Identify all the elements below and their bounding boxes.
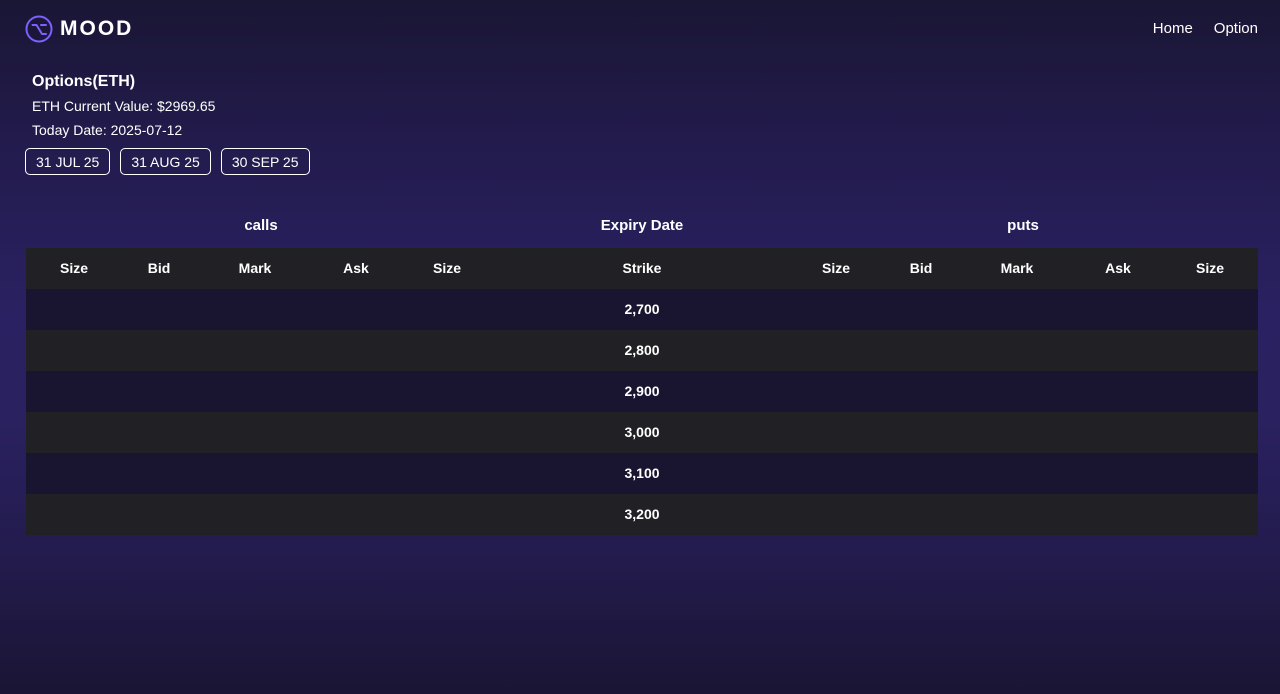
- expiry-selector: 31 JUL 25 31 AUG 25 30 SEP 25: [25, 148, 310, 175]
- strike-header: Strike: [622, 260, 662, 276]
- section-headings: calls Expiry Date puts: [26, 217, 1258, 237]
- calls-bid-header: Bid: [147, 260, 171, 276]
- expiry-button-jul[interactable]: 31 JUL 25: [25, 148, 111, 175]
- calls-heading: calls: [244, 217, 278, 234]
- expiry-date-heading: Expiry Date: [600, 217, 684, 234]
- nav-option-link[interactable]: Option: [1214, 20, 1258, 37]
- nav-home-link[interactable]: Home: [1153, 20, 1193, 37]
- strike-cell: 2,700: [624, 301, 660, 317]
- table-row[interactable]: 2,700: [26, 289, 1258, 330]
- strike-cell: 2,800: [624, 342, 660, 358]
- page-title: Options(ETH): [32, 73, 136, 90]
- strike-cell: 3,200: [624, 506, 660, 522]
- table-row[interactable]: 3,200: [26, 494, 1258, 535]
- main-nav: Home Option: [1153, 20, 1258, 37]
- table-row[interactable]: 3,000: [26, 412, 1258, 453]
- brand-logo[interactable]: MOOD: [25, 15, 133, 43]
- market-info: Options(ETH) ETH Current Value: $2969.65…: [32, 72, 215, 140]
- puts-bid-header: Bid: [909, 260, 933, 276]
- logo-icon: [25, 15, 53, 43]
- strike-cell: 2,900: [624, 383, 660, 399]
- strike-cell: 3,100: [624, 465, 660, 481]
- table-row[interactable]: 3,100: [26, 453, 1258, 494]
- brand-name: MOOD: [60, 17, 134, 40]
- table-header-row: Size Bid Mark Ask Size Strike Size Bid M…: [26, 248, 1258, 289]
- expiry-button-sep[interactable]: 30 SEP 25: [220, 148, 310, 175]
- top-bar: MOOD Home Option: [0, 0, 1280, 58]
- calls-size2-header: Size: [432, 260, 462, 276]
- today-date: Today Date: 2025-07-12: [32, 122, 183, 138]
- puts-mark-header: Mark: [1000, 260, 1034, 276]
- strike-cell: 3,000: [624, 424, 660, 440]
- expiry-button-aug[interactable]: 31 AUG 25: [120, 148, 211, 175]
- table-row[interactable]: 2,900: [26, 371, 1258, 412]
- puts-heading: puts: [1007, 217, 1039, 234]
- puts-size-header: Size: [821, 260, 851, 276]
- calls-ask-header: Ask: [343, 260, 369, 276]
- option-chain-table: Size Bid Mark Ask Size Strike Size Bid M…: [26, 248, 1258, 535]
- calls-size-header: Size: [59, 260, 89, 276]
- puts-ask-header: Ask: [1105, 260, 1131, 276]
- puts-size2-header: Size: [1195, 260, 1225, 276]
- table-row[interactable]: 2,800: [26, 330, 1258, 371]
- calls-mark-header: Mark: [238, 260, 272, 276]
- current-value: ETH Current Value: $2969.65: [32, 98, 216, 114]
